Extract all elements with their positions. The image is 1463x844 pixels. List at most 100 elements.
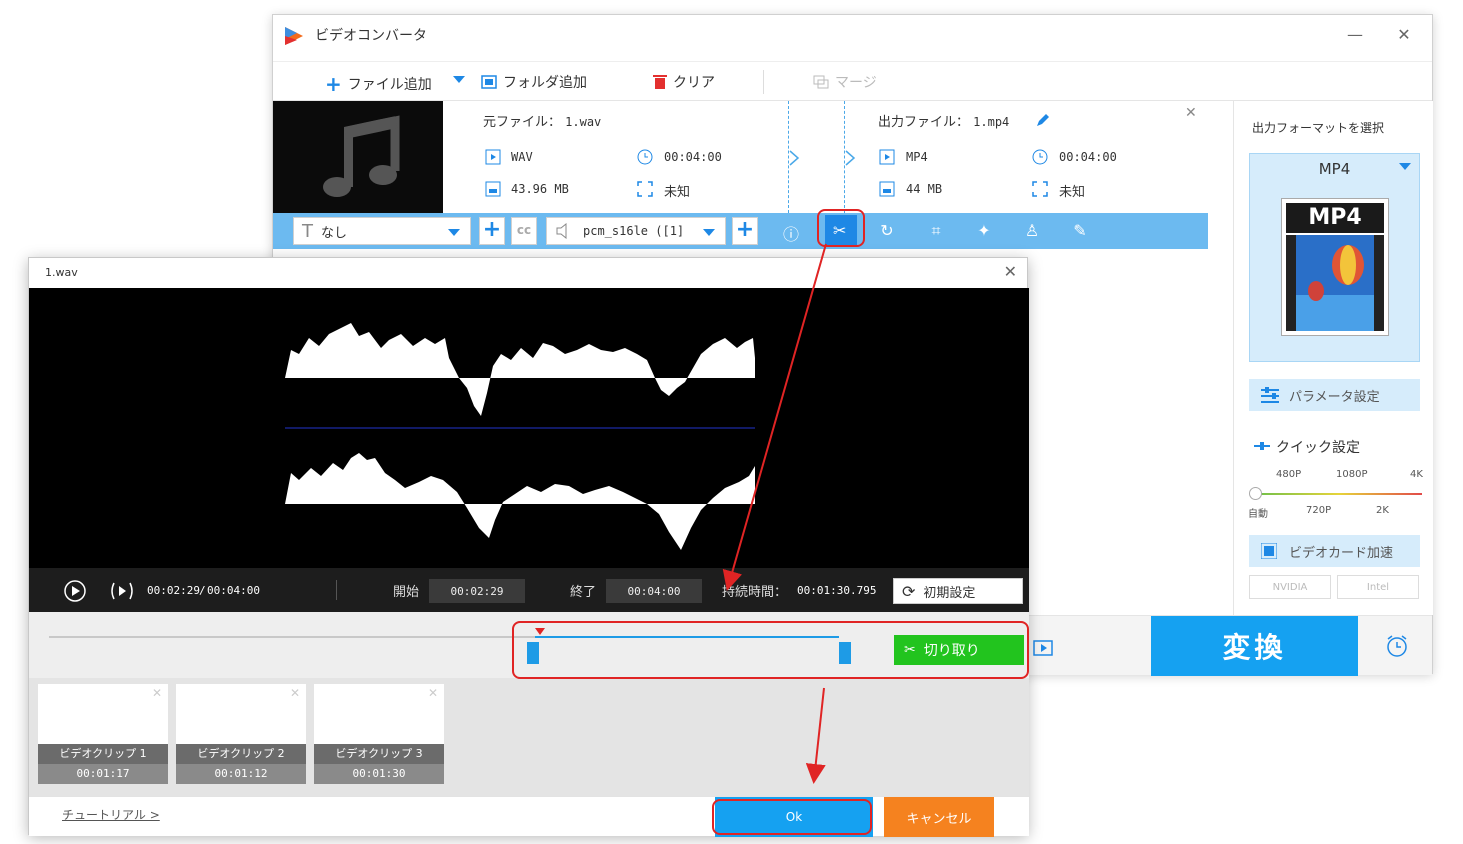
start-time-field[interactable]: 00:02:29 bbox=[429, 579, 525, 603]
nvidia-badge[interactable]: NVIDIA bbox=[1249, 575, 1331, 599]
convert-button[interactable]: 変換 bbox=[1151, 616, 1358, 676]
chevron-right-icon bbox=[845, 150, 856, 166]
merge-label: マージ bbox=[835, 75, 877, 91]
quality-label-auto: 自動 bbox=[1248, 509, 1268, 520]
dialog-title: 1.wav bbox=[45, 266, 78, 279]
subtitle-cc-icon[interactable]: cc bbox=[511, 217, 537, 245]
clip-item[interactable]: ✕ ビデオクリップ 2 00:01:12 bbox=[176, 684, 306, 784]
intel-badge[interactable]: Intel bbox=[1337, 575, 1419, 599]
text-icon: T bbox=[302, 220, 313, 242]
cut-button-highlight bbox=[817, 209, 865, 247]
toolbar: + ファイル追加 フォルダ追加 クリア マージ bbox=[273, 61, 1432, 101]
app-title: ビデオコンバータ bbox=[315, 28, 427, 44]
subtitle-dropdown[interactable]: T なし bbox=[293, 217, 471, 245]
output-format-heading: 出力フォーマットを選択 bbox=[1252, 121, 1385, 135]
cut-dialog: 1.wav ✕ 00:02:29 / 00:04:00 開始 00:02:29 … bbox=[28, 257, 1029, 837]
duration-label: 持続時間： bbox=[722, 585, 788, 600]
cancel-button[interactable]: キャンセル bbox=[884, 797, 994, 837]
quality-slider-thumb[interactable] bbox=[1249, 487, 1262, 500]
source-filename: 1.wav bbox=[565, 115, 602, 129]
quality-slider-track[interactable] bbox=[1256, 493, 1422, 495]
remove-clip-icon[interactable]: ✕ bbox=[428, 686, 438, 700]
edit-bar: T なし + cc pcm_s16le ([1] + ⓘ ✂ ↻ ⌗ ✦ ♙ ✎ bbox=[273, 213, 1208, 249]
waveform-view[interactable] bbox=[29, 288, 1029, 568]
clip-name: ビデオクリップ 3 bbox=[314, 744, 444, 764]
reset-icon: ⟳ bbox=[902, 581, 916, 601]
subtitle-value: なし bbox=[321, 225, 348, 241]
ok-button-highlight bbox=[712, 799, 872, 835]
video-format-icon bbox=[485, 149, 501, 165]
reset-label: 初期設定 bbox=[923, 585, 976, 601]
resolution-icon bbox=[1032, 181, 1048, 197]
quick-settings-label: クイック設定 bbox=[1276, 440, 1360, 456]
timeline-track[interactable] bbox=[49, 636, 539, 638]
info-icon[interactable]: ⓘ bbox=[780, 221, 802, 244]
reset-button[interactable]: ⟳ 初期設定 bbox=[893, 578, 1023, 604]
toolbar-divider bbox=[763, 70, 764, 94]
output-format-panel: 出力フォーマットを選択 MP4 MP4 パラメータ設定 クイック設定 480P … bbox=[1233, 101, 1433, 615]
folder-icon bbox=[481, 75, 497, 89]
end-label: 終了 bbox=[570, 585, 597, 600]
parameter-settings-button[interactable]: パラメータ設定 bbox=[1249, 379, 1420, 411]
start-label: 開始 bbox=[393, 585, 420, 600]
file-item: 元ファイル： 1.wav WAV 00:04:00 43.96 MB 未知 出力… bbox=[273, 101, 1208, 213]
timeline-highlight bbox=[512, 621, 1029, 679]
clip-duration: 00:01:17 bbox=[38, 764, 168, 784]
remove-clip-icon[interactable]: ✕ bbox=[290, 686, 300, 700]
crop-icon[interactable]: ⌗ bbox=[925, 221, 947, 241]
remove-clip-icon[interactable]: ✕ bbox=[152, 686, 162, 700]
quality-label-720p: 720P bbox=[1306, 505, 1332, 516]
total-time: 00:04:00 bbox=[207, 584, 260, 597]
add-file-button[interactable]: + ファイル追加 bbox=[325, 72, 432, 96]
merge-button[interactable]: マージ bbox=[813, 72, 877, 92]
effects-wand-icon[interactable]: ✦ bbox=[973, 221, 995, 241]
speaker-icon bbox=[556, 223, 567, 239]
alarm-clock-icon[interactable] bbox=[1385, 634, 1409, 658]
tutorial-link[interactable]: チュートリアル > bbox=[62, 806, 160, 823]
edit-pencil-icon[interactable] bbox=[1035, 112, 1051, 128]
settings-sliders-icon bbox=[1261, 387, 1279, 403]
end-time-field[interactable]: 00:04:00 bbox=[606, 579, 702, 603]
play-segment-icon[interactable] bbox=[109, 579, 135, 603]
trash-icon bbox=[653, 75, 667, 89]
source-format: WAV bbox=[511, 150, 533, 164]
audio-track-dropdown[interactable]: pcm_s16le ([1] bbox=[546, 217, 726, 245]
parameter-settings-label: パラメータ設定 bbox=[1289, 390, 1380, 405]
gpu-acceleration-button[interactable]: ビデオカード加速 bbox=[1249, 535, 1420, 567]
play-icon[interactable] bbox=[63, 579, 87, 603]
quality-label-480p: 480P bbox=[1276, 469, 1302, 480]
output-size: 44 MB bbox=[906, 182, 943, 196]
file-size-icon bbox=[879, 181, 895, 197]
add-subtitle-button[interactable]: + bbox=[479, 217, 505, 245]
minimize-button[interactable]: — bbox=[1343, 25, 1367, 44]
clip-name: ビデオクリップ 2 bbox=[176, 744, 306, 764]
output-folder-icon[interactable] bbox=[1033, 638, 1053, 656]
add-file-label: ファイル追加 bbox=[347, 77, 432, 93]
chevron-down-icon bbox=[453, 76, 465, 83]
source-label: 元ファイル： 1.wav bbox=[483, 115, 602, 130]
title-bar: ビデオコンバータ — ✕ bbox=[273, 15, 1432, 59]
rotate-icon[interactable]: ↻ bbox=[876, 221, 898, 241]
edit-subtitle-icon[interactable]: ✎ bbox=[1069, 221, 1091, 241]
dialog-close-button[interactable]: ✕ bbox=[1004, 262, 1017, 281]
watermark-icon[interactable]: ♙ bbox=[1021, 221, 1043, 241]
gpu-acceleration-label: ビデオカード加速 bbox=[1289, 546, 1394, 561]
close-button[interactable]: ✕ bbox=[1392, 25, 1416, 44]
current-time: 00:02:29 bbox=[147, 584, 200, 597]
clip-item[interactable]: ✕ ビデオクリップ 3 00:01:30 bbox=[314, 684, 444, 784]
mp4-format-image: MP4 bbox=[1281, 198, 1389, 336]
quality-label-1080p: 1080P bbox=[1336, 469, 1368, 480]
clip-item[interactable]: ✕ ビデオクリップ 1 00:01:17 bbox=[38, 684, 168, 784]
add-audio-button[interactable]: + bbox=[732, 217, 758, 245]
clip-name: ビデオクリップ 1 bbox=[38, 744, 168, 764]
format-name: MP4 bbox=[1318, 160, 1351, 178]
clear-button[interactable]: クリア bbox=[653, 72, 715, 92]
clip-duration: 00:01:12 bbox=[176, 764, 306, 784]
add-folder-button[interactable]: フォルダ追加 bbox=[481, 72, 587, 92]
add-file-dropdown[interactable] bbox=[453, 76, 465, 84]
chevron-down-icon bbox=[1399, 163, 1411, 170]
film-image-icon bbox=[1286, 235, 1384, 331]
remove-file-icon[interactable]: ✕ bbox=[1185, 105, 1197, 121]
clips-list: ✕ ビデオクリップ 1 00:01:17 ✕ ビデオクリップ 2 00:01:1… bbox=[29, 678, 1029, 796]
format-selector[interactable]: MP4 MP4 bbox=[1249, 153, 1420, 362]
